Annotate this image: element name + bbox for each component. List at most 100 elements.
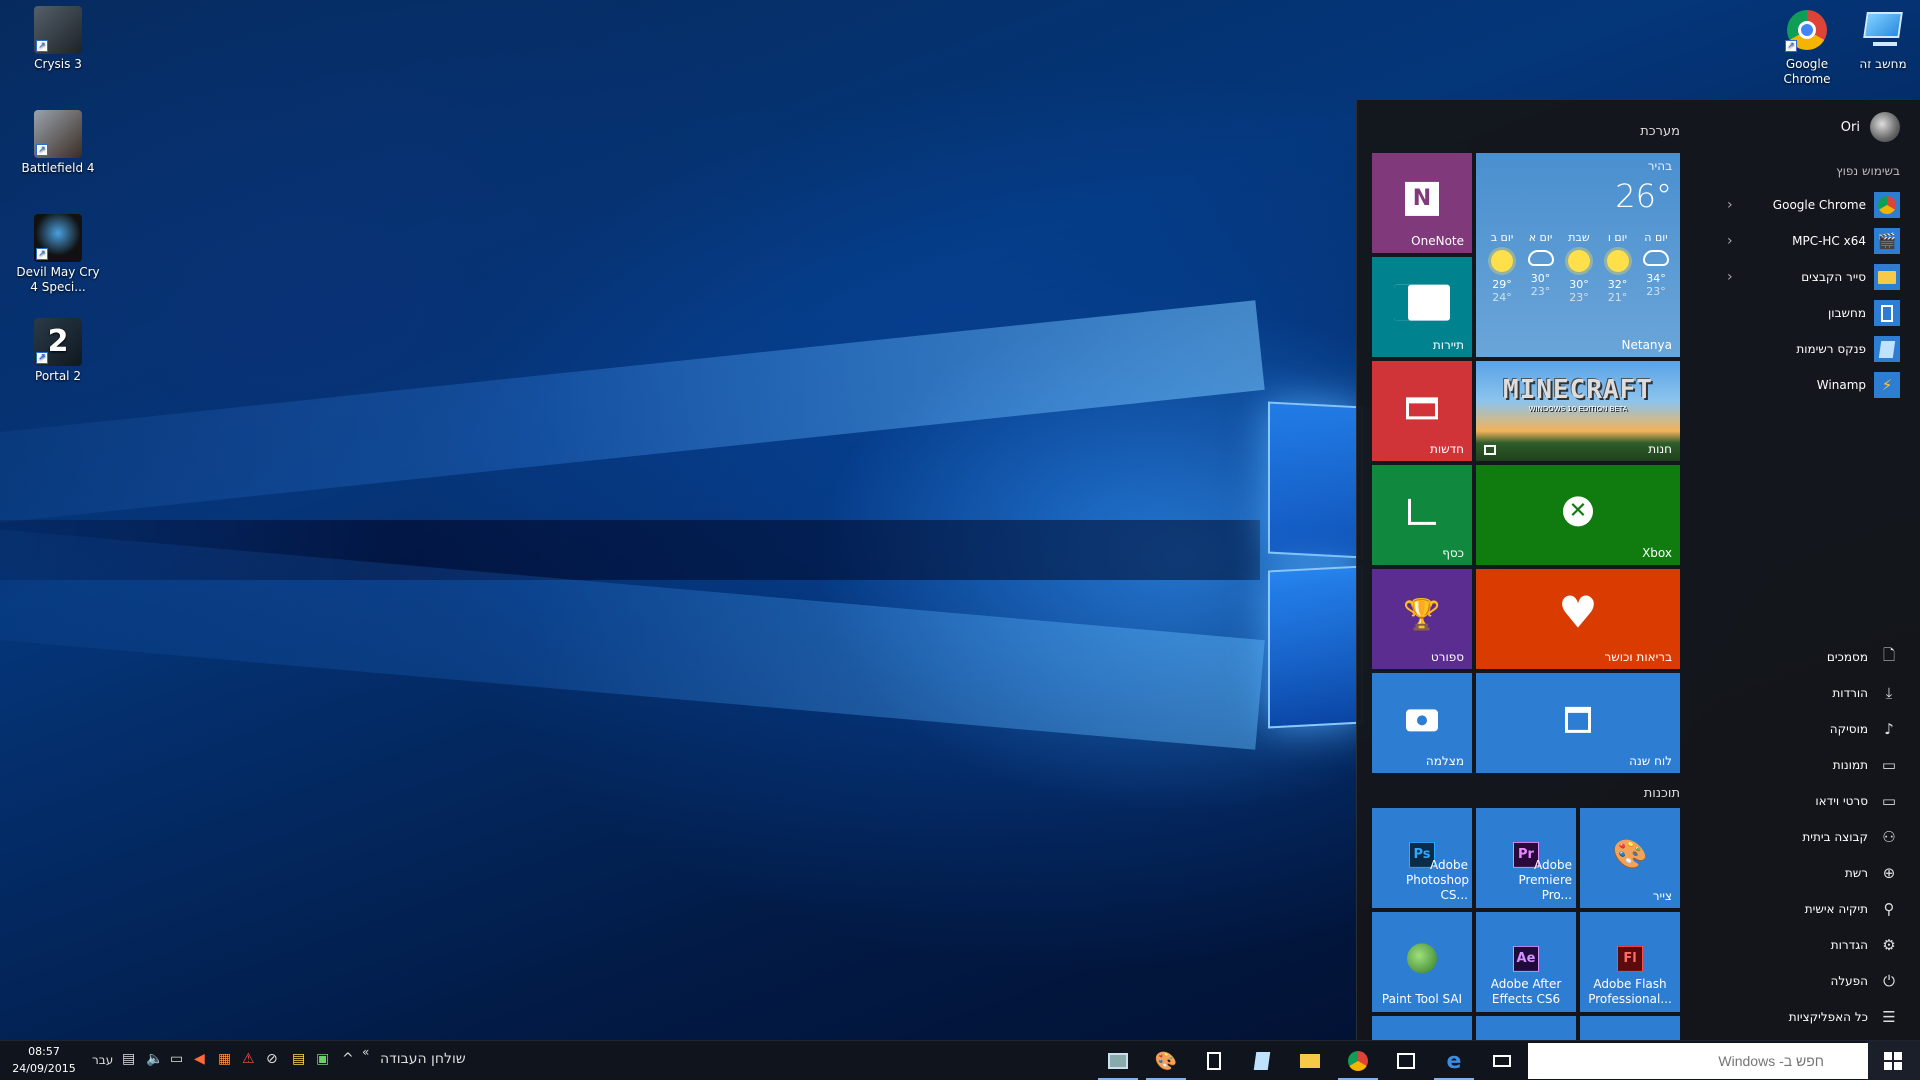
tile-money[interactable]: כסף — [1372, 465, 1472, 565]
tile-flash[interactable]: Fl Adobe Flash Professional... — [1580, 912, 1680, 1012]
trophy-icon: 🏆 — [1403, 597, 1441, 633]
tile-label: Adobe After Effects CS6 — [1490, 977, 1562, 1006]
most-used-label: MPC-HC x64 — [1792, 234, 1866, 248]
nav-power[interactable]: ⏻ הפעלה — [1730, 967, 1900, 995]
tile-store-minecraft[interactable]: MINECRAFT WINDOWS 10 EDITION BETA חנות — [1476, 361, 1680, 461]
taskbar-store[interactable] — [1382, 1041, 1430, 1080]
desktop-icon-battlefield-4[interactable]: ↗ Battlefield 4 — [13, 110, 103, 176]
nav-personal-folder[interactable]: ⚲ תיקיה אישית — [1730, 895, 1900, 923]
sai-icon — [1407, 943, 1437, 974]
nav-homegroup[interactable]: ⚇ קבוצה ביתית — [1730, 823, 1900, 851]
warning-icon[interactable]: ⚠ — [242, 1051, 255, 1067]
nav-videos[interactable]: ▭ סרטי וידאו — [1730, 787, 1900, 815]
nav-music[interactable]: ♪ מוסיקה — [1730, 715, 1900, 743]
most-used-mpc-hc[interactable]: 🎬 MPC-HC x64 ‹ — [1727, 226, 1900, 256]
desktop-icon-google-chrome[interactable]: ↗ Google Chrome — [1762, 6, 1852, 87]
volume-icon[interactable]: 🔈 — [146, 1051, 163, 1067]
tile-label: Adobe Photoshop CS... — [1406, 858, 1470, 902]
desktop-toolbar-label[interactable]: שולחן העבודה — [380, 1051, 466, 1067]
windows-logo-pane — [1268, 401, 1363, 559]
tile-health-fitness[interactable]: ♥ בריאות וכושר — [1476, 569, 1680, 669]
forecast-day: שבת 30° 23° — [1568, 231, 1590, 304]
music-icon: ♪ — [1884, 720, 1894, 738]
tile-paint-tool-sai[interactable]: Paint Tool SAI — [1372, 912, 1472, 1012]
forecast-day: יום א 30° 23° — [1527, 231, 1554, 298]
tile-partial[interactable] — [1476, 1016, 1576, 1040]
user-account[interactable]: Ori — [1841, 112, 1900, 142]
taskbar-app[interactable] — [1094, 1041, 1142, 1080]
tile-sports[interactable]: 🏆 ספורט — [1372, 569, 1472, 669]
desktop-icon-crysis-3[interactable]: ↗ Crysis 3 — [13, 6, 103, 72]
start-button[interactable] — [1866, 1041, 1920, 1080]
most-used-label: פנקס רשימות — [1796, 342, 1866, 356]
tile-label: חנות — [1648, 442, 1672, 456]
toolbar-overflow-icon[interactable]: « — [362, 1045, 369, 1059]
nav-network[interactable]: ⊕ רשת — [1730, 859, 1900, 887]
tile-partial[interactable] — [1372, 1016, 1472, 1040]
tile-after-effects[interactable]: Ae Adobe After Effects CS6 — [1476, 912, 1576, 1012]
chevron-left-icon[interactable]: ‹ — [1727, 197, 1733, 213]
taskbar-paint[interactable]: 🎨 — [1142, 1041, 1190, 1080]
calculator-icon — [1874, 300, 1900, 326]
nav-documents[interactable]: 🗋 מסמכים — [1730, 643, 1900, 671]
nav-pictures[interactable]: ▭ תמונות — [1730, 751, 1900, 779]
nav-settings[interactable]: ⚙ הגדרות — [1730, 931, 1900, 959]
chart-icon — [1408, 498, 1436, 525]
desktop-icon-label: Battlefield 4 — [21, 161, 95, 175]
network-icon[interactable]: ▭ — [170, 1051, 183, 1067]
tile-partial[interactable] — [1580, 1016, 1680, 1040]
tile-xbox[interactable]: ✕ Xbox — [1476, 465, 1680, 565]
action-center-icon[interactable]: ▤ — [122, 1051, 135, 1067]
tray-app-icon[interactable]: ▣ — [316, 1051, 329, 1067]
nav-downloads[interactable]: ⤓ הורדות — [1730, 679, 1900, 707]
tray-expand-icon[interactable]: ^ — [342, 1051, 354, 1067]
most-used-file-explorer[interactable]: סייר הקבצים ‹ — [1727, 262, 1900, 292]
chevron-left-icon[interactable]: ‹ — [1727, 233, 1733, 249]
clock[interactable]: 08:57 24/09/2015 — [6, 1043, 82, 1077]
chrome-icon: ↗ — [1783, 6, 1831, 54]
tile-travel[interactable]: תיירות — [1372, 257, 1472, 357]
tile-camera[interactable]: מצלמה — [1372, 673, 1472, 773]
avatar — [1870, 112, 1900, 142]
taskbar-chrome[interactable] — [1334, 1041, 1382, 1080]
tray-app-icon[interactable]: ▦ — [218, 1051, 231, 1067]
tile-premiere[interactable]: Pr Adobe Premiere Pro... — [1476, 808, 1576, 908]
desktop-icon-devil-may-cry[interactable]: ↗ Devil May Cry 4 Speci... — [13, 214, 103, 295]
tile-weather[interactable]: בהיר 26° יום ה 34° 23° יום ו 32° 21° שבת 30° 2… — [1476, 153, 1680, 357]
most-used-chrome[interactable]: Google Chrome ‹ — [1727, 190, 1900, 220]
most-used-calculator[interactable]: מחשבון — [1730, 298, 1900, 328]
search-input[interactable] — [1528, 1043, 1868, 1079]
tile-label: תיירות — [1432, 338, 1464, 352]
tray-app-icon[interactable]: ◀ — [194, 1051, 205, 1067]
tile-label: צייר — [1652, 889, 1672, 903]
desktop-icon-portal-2[interactable]: 2 ↗ Portal 2 — [13, 318, 103, 384]
camera-icon — [1406, 709, 1438, 732]
document-icon: 🗋 — [1882, 645, 1896, 664]
most-used-winamp[interactable]: ⚡ Winamp — [1730, 370, 1900, 400]
task-view-button[interactable] — [1478, 1041, 1526, 1080]
taskbar-calculator[interactable] — [1190, 1041, 1238, 1080]
tray-app-icon[interactable]: ⊘ — [266, 1051, 278, 1067]
forecast-day: יום ב 29° 24° — [1490, 231, 1514, 304]
tile-calendar[interactable]: לוח שנה — [1476, 673, 1680, 773]
taskbar-file-explorer[interactable] — [1286, 1041, 1334, 1080]
chevron-left-icon[interactable]: ‹ — [1727, 269, 1733, 285]
input-language[interactable]: עבר — [92, 1053, 113, 1067]
chrome-icon — [1874, 192, 1900, 218]
most-used-notepad[interactable]: פנקס רשימות — [1730, 334, 1900, 364]
taskbar-edge[interactable]: e — [1430, 1041, 1478, 1080]
tile-photoshop[interactable]: Ps Adobe Photoshop CS... — [1372, 808, 1472, 908]
portal-2-icon: 2 ↗ — [34, 318, 82, 366]
tile-news[interactable]: חדשות — [1372, 361, 1472, 461]
tile-onenote[interactable]: N OneNote — [1372, 153, 1472, 253]
mpc-icon: 🎬 — [1874, 228, 1900, 254]
nav-label: כל האפליקציות — [1788, 1010, 1868, 1024]
nav-all-apps[interactable]: ☰ כל האפליקציות — [1730, 1003, 1900, 1031]
most-used-label: Google Chrome — [1772, 198, 1866, 212]
nav-label: מוסיקה — [1829, 722, 1868, 736]
tray-app-icon[interactable]: ▤ — [292, 1051, 305, 1067]
tile-paint[interactable]: 🎨 צייר — [1580, 808, 1680, 908]
taskbar-notepad[interactable] — [1238, 1041, 1286, 1080]
store-icon — [1397, 1053, 1415, 1069]
sun-icon — [1491, 250, 1513, 272]
